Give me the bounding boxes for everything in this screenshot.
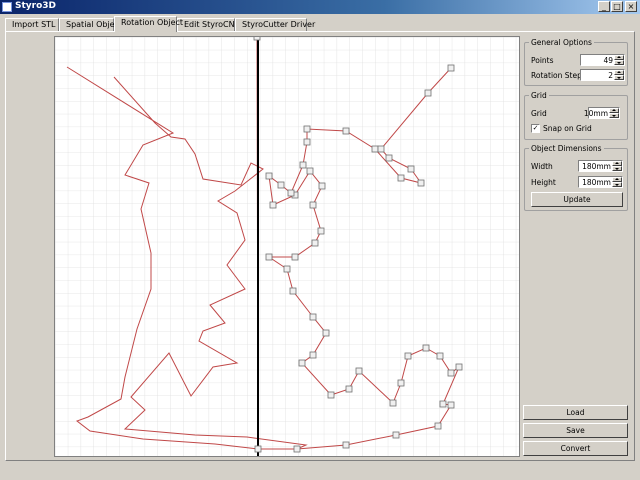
drawing-canvas[interactable] bbox=[54, 33, 520, 457]
rotation-down-icon[interactable] bbox=[614, 75, 624, 80]
grid-down-icon[interactable] bbox=[609, 113, 619, 118]
control-point[interactable] bbox=[389, 399, 397, 407]
control-point[interactable] bbox=[306, 167, 314, 175]
control-point[interactable] bbox=[404, 352, 412, 360]
control-point[interactable] bbox=[254, 445, 262, 453]
tab-spatial-object[interactable]: Spatial Object bbox=[59, 18, 122, 31]
width-spinbox[interactable]: 180mm bbox=[578, 160, 623, 172]
control-point[interactable] bbox=[371, 145, 379, 153]
control-point[interactable] bbox=[318, 182, 326, 190]
points-down-icon[interactable] bbox=[614, 60, 624, 65]
control-point[interactable] bbox=[277, 181, 285, 189]
control-point[interactable] bbox=[385, 154, 393, 162]
grid-group: Grid Grid 10mm ✓ Snap on Grid bbox=[524, 91, 628, 140]
control-point[interactable] bbox=[447, 64, 455, 72]
object-dimensions-group: Object Dimensions Width 180mm Height 180… bbox=[524, 144, 628, 211]
snap-checkbox[interactable]: ✓ bbox=[531, 124, 540, 133]
object-dimensions-title: Object Dimensions bbox=[529, 144, 604, 153]
control-point[interactable] bbox=[342, 127, 350, 135]
points-value: 49 bbox=[603, 56, 613, 65]
control-point[interactable] bbox=[397, 174, 405, 182]
control-point[interactable] bbox=[293, 445, 301, 453]
control-point[interactable] bbox=[345, 385, 353, 393]
control-point[interactable] bbox=[392, 431, 400, 439]
control-point[interactable] bbox=[283, 265, 291, 273]
profile-editor[interactable] bbox=[55, 33, 519, 456]
height-value: 180mm bbox=[582, 178, 611, 187]
grid-spinbox[interactable]: 10mm bbox=[584, 107, 620, 119]
control-point[interactable] bbox=[309, 201, 317, 209]
load-button[interactable]: Load bbox=[523, 405, 628, 420]
control-point[interactable] bbox=[447, 369, 455, 377]
maximize-button[interactable]: □ bbox=[611, 1, 623, 12]
control-point[interactable] bbox=[253, 33, 261, 41]
control-point[interactable] bbox=[287, 189, 295, 197]
rotation-steps-label: Rotation Steps bbox=[531, 71, 586, 80]
general-options-group: General Options Points 49 Rotation Steps… bbox=[524, 38, 628, 86]
width-label: Width bbox=[531, 162, 553, 171]
rotation-steps-value: 2 bbox=[608, 71, 613, 80]
control-point[interactable] bbox=[291, 253, 299, 261]
app-icon bbox=[2, 2, 12, 12]
tab-edit-styrocnc[interactable]: Edit StyroCNC bbox=[177, 18, 240, 31]
general-options-title: General Options bbox=[529, 38, 594, 47]
control-point[interactable] bbox=[303, 125, 311, 133]
minimize-button[interactable]: _ bbox=[598, 1, 610, 12]
control-point[interactable] bbox=[355, 367, 363, 375]
window-title: Styro3D bbox=[15, 1, 57, 11]
control-point[interactable] bbox=[447, 401, 455, 409]
control-point[interactable] bbox=[342, 441, 350, 449]
control-point[interactable] bbox=[417, 179, 425, 187]
tab-styrocutter-driver[interactable]: StyroCutter Driver bbox=[235, 18, 315, 31]
control-point[interactable] bbox=[455, 363, 463, 371]
control-point[interactable] bbox=[424, 89, 432, 97]
control-point[interactable] bbox=[265, 172, 273, 180]
control-point[interactable] bbox=[299, 161, 307, 169]
control-point[interactable] bbox=[422, 344, 430, 352]
control-point[interactable] bbox=[309, 351, 317, 359]
grid-value: 10mm bbox=[583, 109, 608, 118]
control-point[interactable] bbox=[397, 379, 405, 387]
width-value: 180mm bbox=[582, 162, 611, 171]
title-bar: Styro3D _ □ × bbox=[0, 0, 640, 14]
height-down-icon[interactable] bbox=[612, 182, 622, 187]
control-point[interactable] bbox=[298, 359, 306, 367]
control-point[interactable] bbox=[317, 227, 325, 235]
control-point[interactable] bbox=[434, 422, 442, 430]
control-point[interactable] bbox=[309, 313, 317, 321]
width-down-icon[interactable] bbox=[612, 166, 622, 171]
control-point[interactable] bbox=[407, 165, 415, 173]
save-button[interactable]: Save bbox=[523, 423, 628, 438]
height-spinbox[interactable]: 180mm bbox=[578, 176, 623, 188]
grid-label: Grid bbox=[531, 109, 547, 118]
height-label: Height bbox=[531, 178, 556, 187]
tab-rotation-object[interactable]: Rotation Object bbox=[114, 16, 183, 32]
control-point[interactable] bbox=[265, 253, 273, 261]
rotation-steps-spinbox[interactable]: 2 bbox=[580, 69, 625, 81]
control-point[interactable] bbox=[311, 239, 319, 247]
update-button[interactable]: Update bbox=[531, 192, 623, 207]
control-point[interactable] bbox=[327, 391, 335, 399]
control-point[interactable] bbox=[303, 138, 311, 146]
tab-bar: Import STL Spatial Object Rotation Objec… bbox=[5, 16, 625, 32]
control-point[interactable] bbox=[436, 352, 444, 360]
grid-title: Grid bbox=[529, 91, 549, 100]
snap-label: Snap on Grid bbox=[543, 124, 592, 133]
tab-import-stl[interactable]: Import STL bbox=[5, 18, 59, 31]
check-icon: ✓ bbox=[532, 124, 539, 132]
control-point[interactable] bbox=[377, 145, 385, 153]
close-button[interactable]: × bbox=[625, 1, 637, 12]
convert-button[interactable]: Convert bbox=[523, 441, 628, 456]
points-label: Points bbox=[531, 56, 554, 65]
control-point[interactable] bbox=[289, 287, 297, 295]
grid bbox=[55, 37, 519, 456]
control-point[interactable] bbox=[322, 329, 330, 337]
control-point[interactable] bbox=[269, 201, 277, 209]
points-spinbox[interactable]: 49 bbox=[580, 54, 625, 66]
control-point[interactable] bbox=[439, 400, 447, 408]
